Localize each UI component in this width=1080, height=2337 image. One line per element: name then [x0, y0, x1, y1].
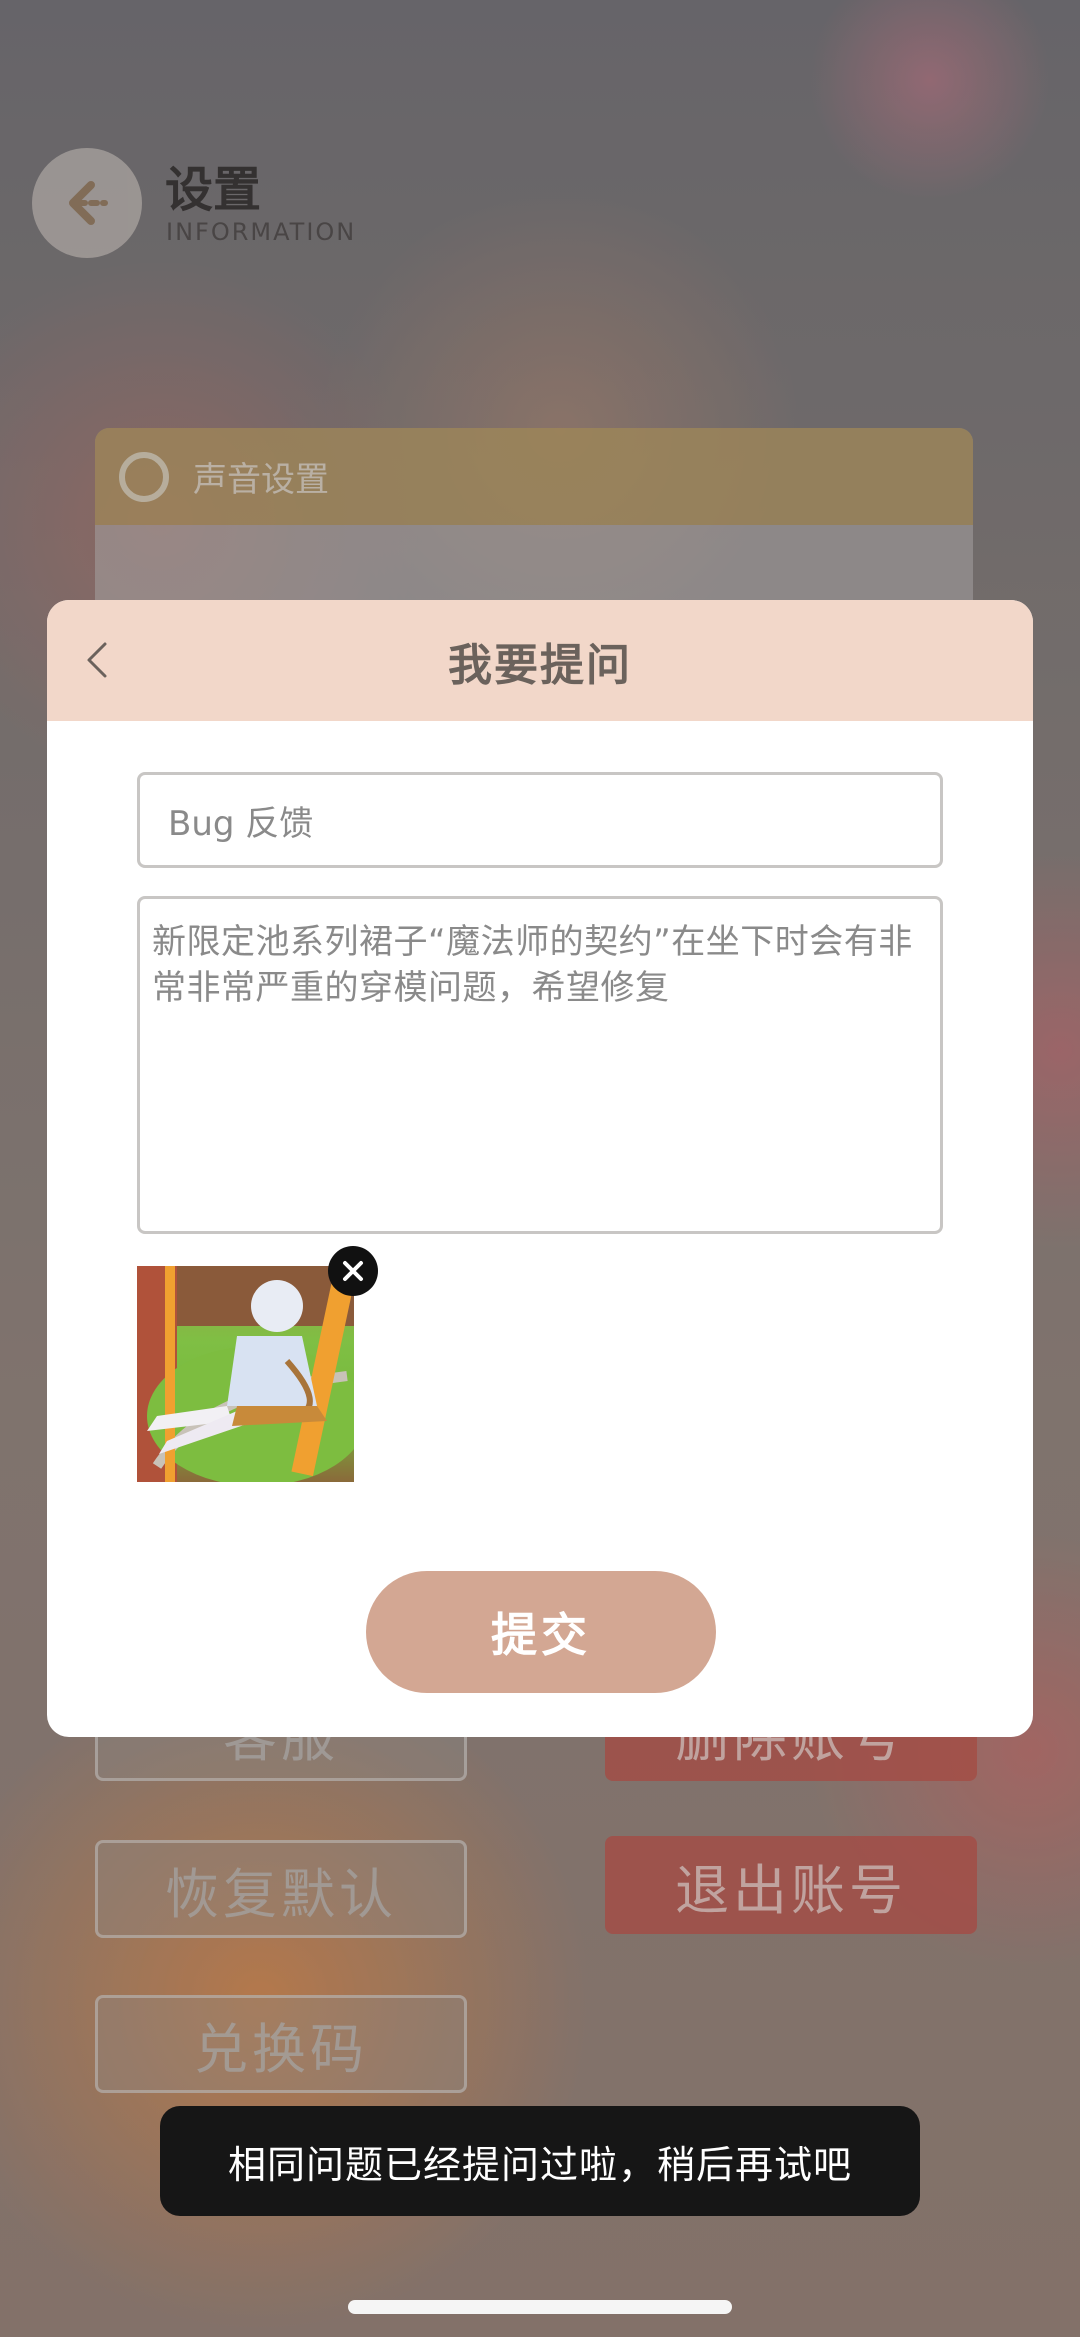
screenshot-image	[137, 1266, 354, 1482]
close-icon	[343, 1261, 363, 1281]
dialog-header: 我要提问	[47, 600, 1033, 721]
dialog-back-button[interactable]	[69, 630, 129, 690]
question-body-value: 新限定池系列裙子“魔法师的契约”在坐下时会有非常非常严重的穿模问题，希望修复	[152, 922, 913, 1008]
toast-message: 相同问题已经提问过啦，稍后再试吧	[160, 2106, 920, 2216]
chevron-left-icon	[87, 642, 107, 678]
attached-screenshot-thumbnail[interactable]	[137, 1266, 354, 1482]
remove-screenshot-button[interactable]	[328, 1246, 378, 1296]
ask-question-dialog: 我要提问 Bug 反馈 新限定池系列裙子“魔法师的契约”在坐下时会有非常非常严重…	[47, 600, 1033, 1737]
question-title-input[interactable]: Bug 反馈	[137, 772, 943, 868]
submit-button[interactable]: 提交	[366, 1571, 716, 1693]
dialog-title: 我要提问	[448, 639, 632, 691]
question-body-textarea[interactable]: 新限定池系列裙子“魔法师的契约”在坐下时会有非常非常严重的穿模问题，希望修复	[137, 896, 943, 1234]
question-title-value: Bug 反馈	[168, 803, 314, 844]
home-indicator[interactable]	[348, 2300, 732, 2314]
